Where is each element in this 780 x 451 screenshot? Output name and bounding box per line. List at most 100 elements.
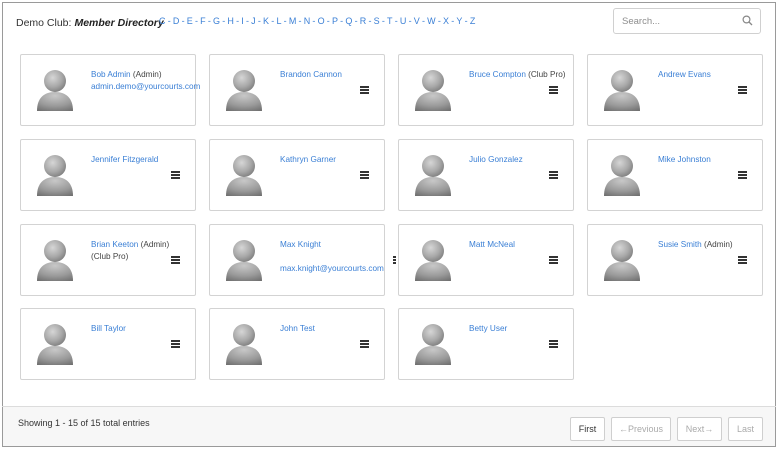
member-card[interactable]: Jennifer Fitzgerald	[20, 139, 196, 211]
member-card[interactable]: Bob Admin (Admin) admin.demo@yourcourts.c…	[20, 54, 200, 126]
letter-p[interactable]: P	[332, 16, 338, 26]
last-page-button[interactable]: Last	[728, 417, 763, 441]
letter-l[interactable]: L	[276, 16, 281, 26]
menu-icon[interactable]	[549, 171, 558, 179]
member-name-block: Kathryn Garner	[280, 154, 336, 166]
letter-n[interactable]: N	[304, 16, 311, 26]
menu-icon[interactable]	[549, 86, 558, 94]
member-name-block: Jennifer Fitzgerald	[91, 154, 158, 166]
letter-g[interactable]: G	[213, 16, 220, 26]
letter-separator: -	[381, 16, 385, 26]
member-name[interactable]: Kathryn Garner	[280, 155, 336, 164]
search-icon[interactable]	[742, 15, 753, 29]
letter-separator: -	[181, 16, 185, 26]
member-card[interactable]: Andrew Evans	[587, 54, 763, 126]
member-name[interactable]: Bruce Compton	[469, 70, 526, 79]
member-card[interactable]: Mike Johnston	[587, 139, 763, 211]
member-card[interactable]: John Test	[209, 308, 385, 380]
avatar	[413, 68, 453, 112]
menu-icon[interactable]	[549, 256, 558, 264]
member-email[interactable]: admin.demo@yourcourts.com	[91, 81, 200, 93]
avatar	[413, 153, 453, 197]
previous-page-button[interactable]: ←Previous	[611, 417, 671, 441]
menu-icon[interactable]	[738, 256, 747, 264]
letter-k[interactable]: K	[263, 16, 269, 26]
member-card[interactable]: Max Knight max.knight@yourcourts.com	[209, 224, 396, 296]
menu-icon[interactable]	[171, 171, 180, 179]
letter-d[interactable]: D	[173, 16, 180, 26]
letter-v[interactable]: V	[414, 16, 420, 26]
letter-separator: -	[312, 16, 316, 26]
club-name: Demo Club:	[16, 17, 72, 29]
menu-icon[interactable]	[360, 171, 369, 179]
member-name[interactable]: John Test	[280, 324, 315, 333]
letter-c[interactable]: C	[159, 16, 166, 26]
member-name[interactable]: Bill Taylor	[91, 324, 126, 333]
member-card[interactable]: Brian Keeton (Admin) (Club Pro)	[20, 224, 196, 296]
member-name[interactable]: Matt McNeal	[469, 240, 515, 249]
menu-icon[interactable]	[549, 340, 558, 348]
member-role: (Club Pro)	[528, 70, 566, 79]
member-name-block: John Test	[280, 323, 315, 335]
letter-x[interactable]: X	[443, 16, 449, 26]
letter-m[interactable]: M	[289, 16, 297, 26]
member-name[interactable]: Susie Smith	[658, 240, 702, 249]
letter-t[interactable]: T	[387, 16, 393, 26]
member-card[interactable]: Susie Smith (Admin)	[587, 224, 763, 296]
member-name[interactable]: Julio Gonzalez	[469, 155, 523, 164]
next-page-button[interactable]: Next→	[677, 417, 722, 441]
member-name-block: Susie Smith (Admin)	[658, 239, 733, 251]
member-name[interactable]: Mike Johnston	[658, 155, 711, 164]
menu-icon[interactable]	[360, 86, 369, 94]
letter-q[interactable]: Q	[345, 16, 352, 26]
member-name[interactable]: Max Knight	[280, 240, 321, 249]
member-name[interactable]: Bob Admin	[91, 70, 131, 79]
letter-s[interactable]: S	[374, 16, 380, 26]
avatar	[602, 153, 642, 197]
member-card[interactable]: Bill Taylor	[20, 308, 196, 380]
letter-o[interactable]: O	[318, 16, 325, 26]
letter-separator: -	[354, 16, 358, 26]
letter-j[interactable]: J	[251, 16, 256, 26]
search-input[interactable]	[622, 15, 740, 27]
member-name[interactable]: Brandon Cannon	[280, 70, 342, 79]
letter-separator: -	[340, 16, 344, 26]
member-name-block: Brandon Cannon	[280, 69, 342, 81]
member-card[interactable]: Brandon Cannon	[209, 54, 385, 126]
member-card[interactable]: Betty User	[398, 308, 574, 380]
member-name-block: Matt McNeal	[469, 239, 515, 251]
member-name[interactable]: Brian Keeton	[91, 240, 138, 249]
member-card[interactable]: Kathryn Garner	[209, 139, 385, 211]
avatar	[602, 238, 642, 282]
letter-separator: -	[437, 16, 441, 26]
menu-icon[interactable]	[360, 340, 369, 348]
member-card[interactable]: Bruce Compton (Club Pro)	[398, 54, 574, 126]
letter-z[interactable]: Z	[470, 16, 476, 26]
menu-icon[interactable]	[738, 171, 747, 179]
menu-icon[interactable]	[171, 340, 180, 348]
letter-f[interactable]: F	[200, 16, 206, 26]
member-email[interactable]: max.knight@yourcourts.com	[280, 263, 384, 275]
avatar	[224, 322, 264, 366]
member-name[interactable]: Betty User	[469, 324, 507, 333]
letter-u[interactable]: U	[400, 16, 407, 26]
letter-h[interactable]: H	[227, 16, 234, 26]
letter-e[interactable]: E	[187, 16, 193, 26]
menu-icon[interactable]	[738, 86, 747, 94]
letter-separator: -	[245, 16, 249, 26]
member-name[interactable]: Jennifer Fitzgerald	[91, 155, 158, 164]
first-page-button[interactable]: First	[570, 417, 605, 441]
letter-i[interactable]: I	[241, 16, 244, 26]
letter-r[interactable]: R	[360, 16, 367, 26]
letter-separator: -	[326, 16, 330, 26]
menu-icon[interactable]	[393, 256, 396, 264]
letter-separator: -	[167, 16, 171, 26]
avatar	[35, 322, 75, 366]
letter-w[interactable]: W	[427, 16, 436, 26]
menu-icon[interactable]	[171, 256, 180, 264]
member-name[interactable]: Andrew Evans	[658, 70, 711, 79]
member-card[interactable]: Matt McNeal	[398, 224, 574, 296]
letter-y[interactable]: Y	[456, 16, 462, 26]
letter-separator: -	[194, 16, 198, 26]
member-card[interactable]: Julio Gonzalez	[398, 139, 574, 211]
